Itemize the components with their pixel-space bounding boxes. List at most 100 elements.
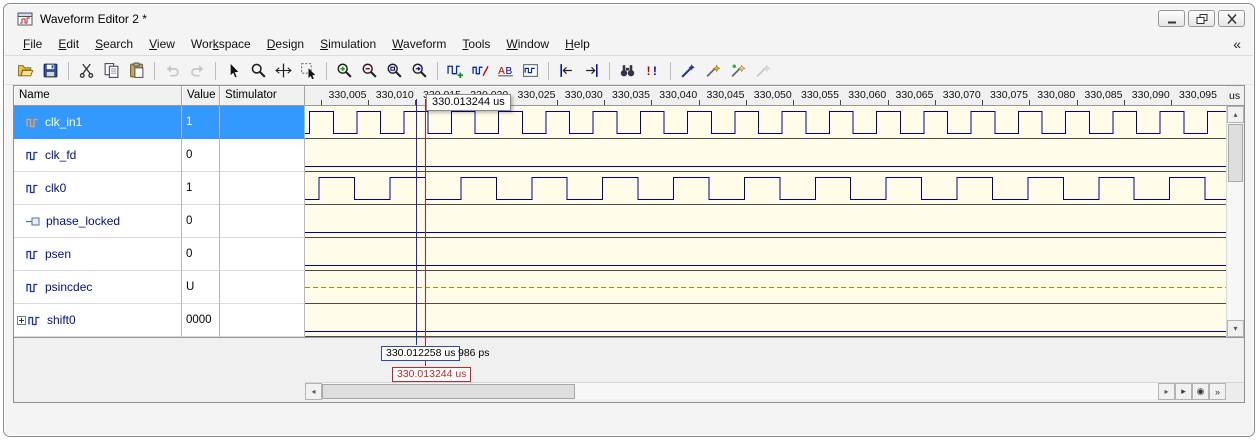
drag-mode-icon [301,63,316,79]
zoom-in-button[interactable] [332,59,357,82]
waveform-canvas[interactable] [305,106,1226,337]
select-mode-icon [229,62,240,79]
copy-button[interactable] [99,59,124,82]
find-button[interactable] [615,59,640,82]
signal-list: clk_in1 1 clk_fd 0 clk0 1 phase_locked 0 psen 0 ps… [14,106,305,337]
open-icon [18,65,34,77]
signal-name: psen [45,247,72,261]
toolbar: A B!! [5,57,1253,85]
compare-off-icon [756,64,771,77]
compare-signals-icon [523,64,538,77]
signal-name: clk_in1 [45,115,83,129]
minimize-button[interactable] [1158,10,1185,27]
goto-cursor-button[interactable]: ▸ [1175,383,1192,400]
menu-simulation[interactable]: Simulation [312,34,384,54]
scroll-left-button[interactable]: ◂ [305,383,322,400]
signal-stimulator [220,172,305,205]
column-header-value[interactable]: Value [182,86,220,106]
next-transition-button[interactable] [579,59,604,82]
show-differences-button[interactable]: !! [640,59,665,82]
column-header-name[interactable]: Name [14,86,182,106]
zoom-custom-icon [412,63,427,78]
cut-button[interactable] [74,59,99,82]
signal-row-psen[interactable]: psen 0 [14,238,305,271]
close-button[interactable] [1218,10,1245,27]
vertical-scroll-thumb[interactable] [1228,124,1243,182]
select-mode-button[interactable] [221,59,246,82]
save-button[interactable] [38,59,63,82]
cursor1-line[interactable] [416,99,417,345]
signal-stimulator [220,205,305,238]
scroll-down-button[interactable]: ▾ [1227,320,1244,337]
redo-button[interactable] [185,59,210,82]
signal-row-clk_in1[interactable]: clk_in1 1 [14,106,305,139]
port-icon [26,216,40,227]
signal-name-cell: clk0 [14,172,182,205]
toolbar-separator [154,61,155,80]
paste-icon [130,62,144,78]
stimulators-button[interactable] [468,59,493,82]
menu-help[interactable]: Help [557,34,598,54]
find-letters-button[interactable]: AB [493,59,518,82]
toolbar-separator [215,61,216,80]
menu-design[interactable]: Design [259,34,312,54]
signal-row-shift0[interactable]: shift0 0000 [14,304,305,337]
undo-button[interactable] [160,59,185,82]
compare-off-button[interactable] [751,59,776,82]
previous-transition-button[interactable] [554,59,579,82]
open-button[interactable] [13,59,38,82]
svg-text:!: ! [647,65,651,78]
cursor2-time-label[interactable]: 330.013244 us [392,367,472,382]
title-bar[interactable]: Waveform Editor 2 * [5,5,1253,32]
cursor2-line[interactable] [425,99,426,366]
restore-button[interactable] [1188,10,1215,27]
paste-button[interactable] [124,59,149,82]
signal-name-cell: psincdec [14,271,182,304]
menu-workspace[interactable]: Workspace [183,34,259,54]
signal-row-clk0[interactable]: clk0 1 [14,172,305,205]
zoom-custom-button[interactable] [407,59,432,82]
menu-waveform[interactable]: Waveform [384,34,454,54]
signal-name-cell: phase_locked [14,205,182,238]
window-title: Waveform Editor 2 * [40,11,147,26]
compare-gold-button[interactable] [701,59,726,82]
compare-signals-button[interactable] [518,59,543,82]
signal-icon [26,117,39,128]
horizontal-scroll-thumb[interactable] [322,384,575,399]
cursor-delta-label: 986 ps [458,347,490,359]
menu-tools[interactable]: Tools [454,34,498,54]
signal-icon [26,282,39,293]
column-header-stimulator[interactable]: Stimulator [220,86,305,106]
add-signals-button[interactable] [443,59,468,82]
scroll-right-button[interactable]: ▸ [1158,383,1175,400]
signal-row-phase_locked[interactable]: phase_locked 0 [14,205,305,238]
zoom-full-button[interactable] [382,59,407,82]
menu-file[interactable]: File [15,34,50,54]
horizontal-scrollbar[interactable]: ◂ ▸ ▸ ◉ » [305,382,1244,400]
menu-window[interactable]: Window [498,34,557,54]
cut-icon [79,63,94,78]
signal-row-clk_fd[interactable]: clk_fd 0 [14,139,305,172]
zoom-mode-button[interactable] [246,59,271,82]
drag-mode-button[interactable] [296,59,321,82]
signal-stimulator [220,304,305,337]
menu-view[interactable]: View [141,34,183,54]
ruler-label: 330,095 [1179,89,1217,101]
vertical-scrollbar[interactable]: ▴ ▾ [1226,106,1244,337]
center-cursor-button[interactable]: ◉ [1192,383,1209,400]
wave-clk0 [305,177,1226,200]
signal-row-psincdec[interactable]: psincdec U [14,271,305,304]
annotate-wand-button[interactable] [676,59,701,82]
compare-test-button[interactable] [726,59,751,82]
expand-toggle-icon[interactable] [17,315,26,325]
time-cursor-mode-button[interactable] [271,59,296,82]
zoom-out-button[interactable] [357,59,382,82]
scroll-up-button[interactable]: ▴ [1227,106,1244,123]
toolbar-separator [68,61,69,80]
menu-edit[interactable]: Edit [50,34,87,54]
cursor1-time-label[interactable]: 330.012258 us [381,346,461,361]
menu-search[interactable]: Search [87,34,141,54]
goto-end-button[interactable]: » [1209,383,1226,400]
toolbar-separator [609,61,610,80]
collapse-menu-chevron[interactable]: « [1233,36,1245,52]
